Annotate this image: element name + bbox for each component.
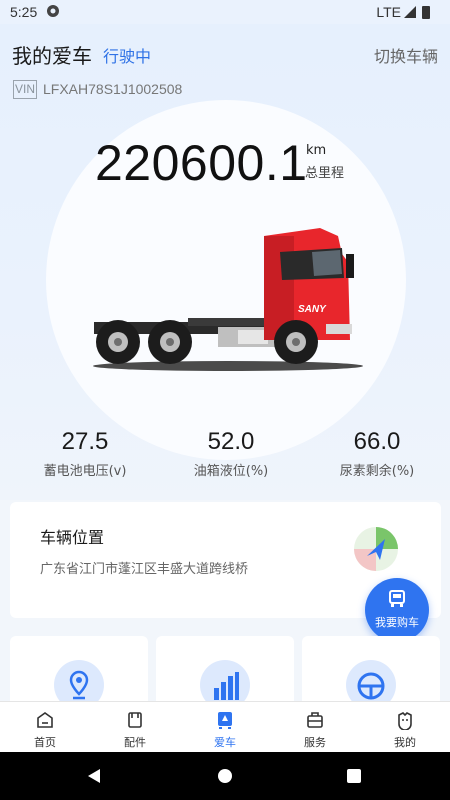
nav-item-home[interactable]: 首页 [0,702,90,753]
back-icon[interactable] [86,768,102,784]
home-button-icon[interactable] [218,769,232,783]
buy-vehicle-label: 我要购车 [375,616,419,629]
mileage-label: 总里程 [305,166,345,181]
vin-tag: VIN [13,80,37,99]
feature-card-stats[interactable] [156,636,294,710]
truck-image: SANY [93,228,363,371]
stat-value: 52.0 [207,428,255,455]
nav-label-profile: 我的 [394,736,416,749]
svg-text:SANY: SANY [298,304,327,315]
vehicle-stats: 27.5 蓄电池电压(v) 52.0 油箱液位(%) 66.0 尿素剩余(%) [0,428,450,480]
map-navigation-icon [354,527,398,571]
buy-truck-icon [389,590,405,607]
status-indicators: LTE [376,4,430,20]
stat-fuel-level: 52.0 油箱液位(%) [156,428,306,479]
driving-status: 行驶中 [103,47,152,66]
service-icon [307,712,323,728]
nav-label-service: 服务 [304,736,326,749]
recent-apps-icon[interactable] [347,769,361,783]
stat-label: 蓄电池电压(v) [43,464,127,479]
nav-item-service[interactable]: 服务 [270,702,360,753]
profile-icon [398,712,412,730]
feature-card-track[interactable] [10,636,148,710]
network-label: LTE [376,4,401,20]
stat-value: 27.5 [61,428,109,455]
car-icon [218,712,232,729]
page-title: 我的爱车 [12,44,92,68]
battery-icon [422,5,430,19]
parts-icon [128,712,142,728]
mileage-unit: km [306,143,327,158]
switch-vehicle-button[interactable]: 切换车辆 [374,43,438,67]
nav-label-home: 首页 [34,736,56,749]
home-icon [37,712,53,728]
stat-value: 66.0 [353,428,401,455]
vin-value: LFXAH78S1J1002508 [43,81,183,97]
signal-icon [404,6,416,18]
system-navigation-bar [0,752,450,800]
stat-label: 油箱液位(%) [193,464,269,479]
nav-item-profile[interactable]: 我的 [360,702,450,753]
status-time: 5:25 [10,4,38,20]
bottom-navigation: 首页 配件 爱车 服务 我的 [0,701,450,752]
nav-item-parts[interactable]: 配件 [90,702,180,753]
sync-icon [47,5,59,17]
nav-label-parts: 配件 [124,736,146,749]
buy-vehicle-button[interactable]: 我要购车 [365,578,429,642]
nav-item-my-car[interactable]: 爱车 [180,702,270,753]
stat-label: 尿素剩余(%) [339,464,415,479]
feature-card-driving[interactable] [302,636,440,710]
nav-label-my-car: 爱车 [214,736,236,749]
stat-battery-voltage: 27.5 蓄电池电压(v) [10,428,160,479]
mileage-value: 220600.1 [95,135,308,191]
location-address: 广东省江门市蓬江区丰盛大道跨线桥 [40,562,249,577]
stat-urea-remaining: 66.0 尿素剩余(%) [302,428,450,479]
status-bar: 5:25 LTE [0,0,450,24]
location-title: 车辆位置 [40,528,105,547]
